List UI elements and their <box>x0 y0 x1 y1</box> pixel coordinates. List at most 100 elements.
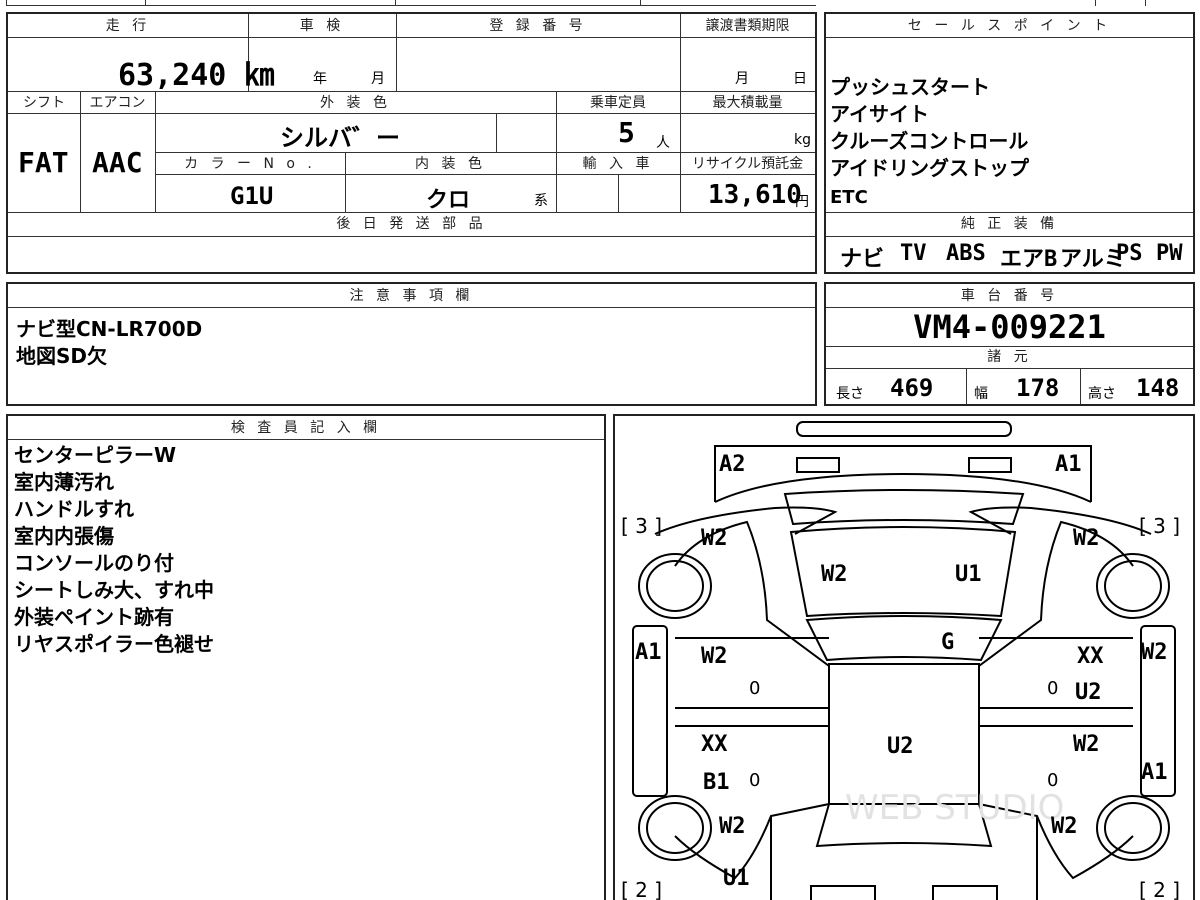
inspector-box: 検 査 員 記 入 欄 センターピラーW 室内薄汚れ ハンドルすれ 室内内張傷 … <box>6 414 606 900</box>
bracket-right-bottom: [ 2 ] <box>1139 878 1181 900</box>
label-left-pillar: A1 <box>635 640 662 665</box>
recycle-header: リサイクル預託金 <box>691 156 804 172</box>
length-value: 469 <box>890 374 934 402</box>
height-label: 高さ <box>1088 386 1116 402</box>
aircon-value: AAC <box>92 146 143 179</box>
notes-box: 注 意 事 項 欄 ナビ型CN-LR700D 地図SD欠 <box>6 282 817 406</box>
height-value: 148 <box>1136 374 1180 402</box>
equip-airbag: エアB <box>1000 247 1058 272</box>
label-rear-door-left-extra: 0 <box>749 770 761 791</box>
inspector-line-7: 外装ペイント跡有 <box>14 605 174 629</box>
mileage-value: 63,240 ㎞ <box>118 58 275 93</box>
label-right-pillar: W2 <box>1141 640 1168 665</box>
color-no-header: カ ラ ー N o . <box>184 156 316 172</box>
exterior-color-value: シルバ゛ー <box>280 124 400 152</box>
inspector-line-2: 室内薄汚れ <box>14 470 114 494</box>
inspection-year: 年 <box>313 71 327 87</box>
label-rear-door-left-top: XX <box>701 732 728 757</box>
label-rear-fender-left: W2 <box>719 814 746 839</box>
width-value: 178 <box>1016 374 1060 402</box>
bracket-right-top: [ 3 ] <box>1139 514 1181 538</box>
top-strip <box>0 0 1200 6</box>
import-header: 輸 入 車 <box>582 156 654 172</box>
label-hood-left: W2 <box>821 562 848 587</box>
label-rear-door-right-extra: 0 <box>1047 770 1059 791</box>
exterior-color-header: 外 装 色 <box>320 95 391 111</box>
interior-color-header: 内 装 色 <box>415 156 486 172</box>
label-rear-right-pillar: A1 <box>1141 760 1168 785</box>
specs-header: 諸 元 <box>987 349 1032 365</box>
sales-point-3: クルーズコントロール <box>830 129 1029 153</box>
shift-header: シフト <box>23 95 65 111</box>
interior-color-value: クロ <box>426 188 471 213</box>
inspection-month: 月 <box>371 71 385 87</box>
sales-point-1: プッシュスタート <box>830 75 990 99</box>
label-windshield: G <box>941 630 955 655</box>
label-fender-right: W2 <box>1073 526 1100 551</box>
interior-suffix: 系 <box>534 193 548 209</box>
main-form: 走 行 車 検 登 録 番 号 譲渡書類期限 63,240 ㎞ 年 月 月 日 … <box>6 12 817 274</box>
inspector-line-6: シートしみ大、すれ中 <box>14 578 214 602</box>
sales-point-4: アイドリングストップ <box>830 156 1029 180</box>
registration-header: 登 録 番 号 <box>489 18 587 34</box>
sales-point-2: アイサイト <box>830 102 929 126</box>
label-front-door-right-top: XX <box>1077 644 1104 669</box>
width-label: 幅 <box>974 386 988 402</box>
bracket-left-top: [ 3 ] <box>621 514 663 538</box>
deadline-header: 譲渡書類期限 <box>705 18 790 34</box>
chassis-header: 車 台 番 号 <box>960 288 1059 304</box>
inspector-line-8: リヤスポイラー色褪せ <box>14 632 214 656</box>
label-rear-fender-right: W2 <box>1051 814 1078 839</box>
mileage-header: 走 行 <box>105 18 151 34</box>
inspector-line-5: コンソールのり付 <box>14 551 174 575</box>
length-label: 長さ <box>836 386 864 402</box>
inspector-line-3: ハンドルすれ <box>14 497 134 521</box>
car-diagram: WEB STUDIO A2 A1 [ 3 ] [ 3 ] W2 W2 W2 U1… <box>613 414 1195 900</box>
label-front-door-left-extra: 0 <box>749 678 761 699</box>
label-front-right: A1 <box>1055 452 1082 477</box>
deadline-day: 日 <box>793 71 807 87</box>
shift-value: FAT <box>18 146 69 179</box>
chassis-number: VM4-009221 <box>913 308 1106 346</box>
capacity-unit: 人 <box>656 135 670 151</box>
max-load-header: 最大積載量 <box>712 95 783 111</box>
equip-abs: ABS <box>946 241 986 266</box>
inspector-header: 検 査 員 記 入 欄 <box>230 420 382 436</box>
chassis-box: 車 台 番 号 VM4-009221 諸 元 長さ 469 幅 178 高さ 1… <box>824 282 1195 406</box>
label-hood-right: U1 <box>955 562 982 587</box>
label-front-door-right: U2 <box>1075 680 1102 705</box>
equip-tv: TV <box>900 241 927 266</box>
watermark: WEB STUDIO <box>845 788 1065 828</box>
capacity-header: 乗車定員 <box>590 95 646 111</box>
sales-points-header: セ ー ル ス ポ イ ン ト <box>907 18 1112 34</box>
recycle-unit: 円 <box>795 194 809 210</box>
equip-ps: PS <box>1116 241 1143 266</box>
inspector-line-4: 室内内張傷 <box>14 524 114 548</box>
inspector-line-1: センターピラーW <box>14 443 177 467</box>
sales-points-box: セ ー ル ス ポ イ ン ト プッシュスタート アイサイト クルーズコントロー… <box>824 12 1195 274</box>
note-line-1: ナビ型CN-LR700D <box>16 317 203 341</box>
bracket-left-bottom: [ 2 ] <box>621 878 663 900</box>
equip-pw: PW <box>1156 241 1183 266</box>
label-front-left: A2 <box>719 452 746 477</box>
deadline-month: 月 <box>735 71 749 87</box>
note-line-2: 地図SD欠 <box>16 344 108 368</box>
load-unit: kg <box>794 132 811 148</box>
color-no-value: G1U <box>230 182 274 210</box>
aircon-header: エアコン <box>89 95 146 111</box>
recycle-value: 13,610 <box>708 180 802 210</box>
capacity-value: 5 <box>618 116 635 149</box>
label-front-door-left: W2 <box>701 644 728 669</box>
equip-navi: ナビ <box>840 247 885 272</box>
label-rear-bottom: U1 <box>723 866 750 891</box>
label-rear-door-right: W2 <box>1073 732 1100 757</box>
label-rear-door-left: B1 <box>703 770 730 795</box>
notes-header: 注 意 事 項 欄 <box>349 288 474 304</box>
label-roof: U2 <box>887 734 914 759</box>
sales-point-5: ETC <box>830 187 868 208</box>
label-fender-left: W2 <box>701 526 728 551</box>
genuine-equipment-header: 純 正 装 備 <box>960 216 1059 232</box>
later-parts-header: 後 日 発 送 部 品 <box>336 216 487 232</box>
label-front-door-right-extra: 0 <box>1047 678 1059 699</box>
inspection-header: 車 検 <box>299 18 345 34</box>
